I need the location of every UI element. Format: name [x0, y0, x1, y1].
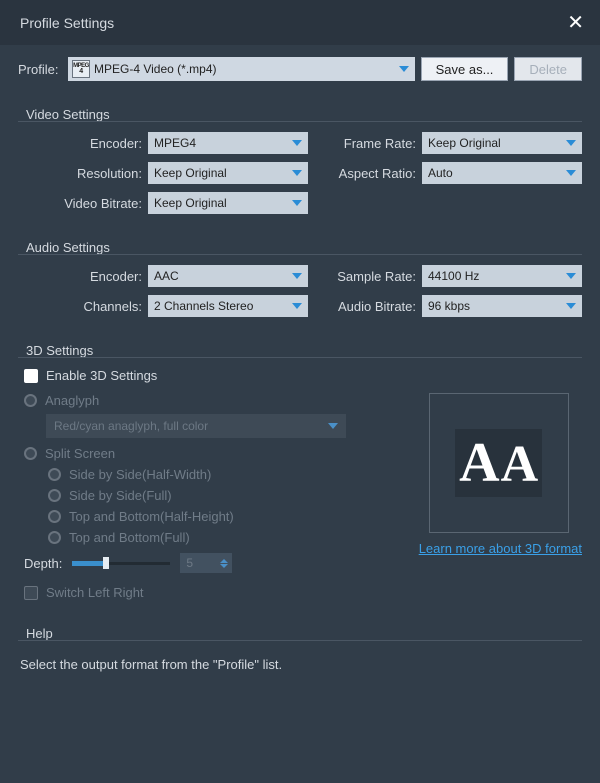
save-as-button[interactable]: Save as...: [421, 57, 509, 81]
audio-encoder-label: Encoder:: [18, 269, 148, 284]
video-bitrate-label: Video Bitrate:: [18, 196, 148, 211]
help-section: Help Select the output format from the "…: [18, 620, 582, 678]
aspect-ratio-label: Aspect Ratio:: [308, 166, 422, 181]
channels-combobox[interactable]: 2 Channels Stereo: [148, 295, 308, 317]
audio-encoder-combobox[interactable]: AAC: [148, 265, 308, 287]
switch-left-right-checkbox: [24, 586, 38, 600]
profile-row: Profile: MPEG4 MPEG-4 Video (*.mp4) Save…: [18, 57, 582, 81]
tab-full-label: Top and Bottom(Full): [69, 530, 190, 545]
anaglyph-radio: [24, 394, 37, 407]
chevron-down-icon: [566, 170, 576, 176]
chevron-down-icon: [292, 170, 302, 176]
chevron-down-icon: [399, 66, 409, 72]
chevron-down-icon: [566, 140, 576, 146]
chevron-up-icon: [220, 559, 228, 563]
delete-button: Delete: [514, 57, 582, 81]
video-encoder-label: Encoder:: [18, 136, 148, 151]
switch-left-right-label: Switch Left Right: [46, 585, 144, 600]
sample-rate-label: Sample Rate:: [308, 269, 422, 284]
frame-rate-label: Frame Rate:: [308, 136, 422, 151]
audio-bitrate-label: Audio Bitrate:: [308, 299, 422, 314]
chevron-down-icon: [292, 200, 302, 206]
three-d-settings-section: 3D Settings Enable 3D Settings Anaglyph …: [18, 337, 582, 600]
video-settings-section: Video Settings Encoder: MPEG4 Frame Rate…: [18, 101, 582, 214]
chevron-down-icon: [220, 564, 228, 568]
depth-stepper: 5: [180, 553, 232, 573]
audio-settings-section: Audio Settings Encoder: AAC Sample Rate:…: [18, 234, 582, 317]
video-encoder-combobox[interactable]: MPEG4: [148, 132, 308, 154]
chevron-down-icon: [566, 303, 576, 309]
chevron-down-icon: [328, 423, 338, 429]
anaglyph-label: Anaglyph: [45, 393, 99, 408]
profile-value: MPEG-4 Video (*.mp4): [94, 62, 217, 76]
anaglyph-combobox: Red/cyan anaglyph, full color: [46, 414, 346, 438]
aspect-ratio-combobox[interactable]: Auto: [422, 162, 582, 184]
three-d-settings-title: 3D Settings: [26, 343, 101, 358]
audio-bitrate-combobox[interactable]: 96 kbps: [422, 295, 582, 317]
enable-3d-checkbox[interactable]: [24, 369, 38, 383]
profile-combobox[interactable]: MPEG4 MPEG-4 Video (*.mp4): [68, 57, 415, 81]
chevron-down-icon: [292, 273, 302, 279]
chevron-down-icon: [292, 303, 302, 309]
three-d-preview: A A: [429, 393, 569, 533]
depth-slider: [72, 559, 170, 567]
sbs-full-radio: [48, 489, 61, 502]
help-title: Help: [26, 626, 61, 641]
sbs-half-radio: [48, 468, 61, 481]
channels-label: Channels:: [18, 299, 148, 314]
learn-more-link[interactable]: Learn more about 3D format: [419, 541, 582, 556]
video-settings-title: Video Settings: [26, 107, 118, 122]
tab-half-radio: [48, 510, 61, 523]
tab-full-radio: [48, 531, 61, 544]
preview-glyph-a: A: [459, 435, 499, 491]
video-bitrate-combobox[interactable]: Keep Original: [148, 192, 308, 214]
audio-settings-title: Audio Settings: [26, 240, 118, 255]
sbs-half-label: Side by Side(Half-Width): [69, 467, 211, 482]
sbs-full-label: Side by Side(Full): [69, 488, 172, 503]
preview-glyph-b: A: [501, 439, 539, 491]
profile-label: Profile:: [18, 62, 62, 77]
tab-half-label: Top and Bottom(Half-Height): [69, 509, 234, 524]
depth-label: Depth:: [24, 556, 62, 571]
titlebar: Profile Settings ✕: [0, 0, 600, 45]
help-text: Select the output format from the "Profi…: [18, 651, 582, 678]
frame-rate-combobox[interactable]: Keep Original: [422, 132, 582, 154]
resolution-label: Resolution:: [18, 166, 148, 181]
close-icon[interactable]: ✕: [567, 10, 584, 35]
split-screen-radio: [24, 447, 37, 460]
enable-3d-label: Enable 3D Settings: [46, 368, 157, 383]
chevron-down-icon: [566, 273, 576, 279]
window-title: Profile Settings: [20, 15, 114, 31]
mpeg4-icon: MPEG4: [72, 60, 90, 78]
resolution-combobox[interactable]: Keep Original: [148, 162, 308, 184]
split-screen-label: Split Screen: [45, 446, 115, 461]
sample-rate-combobox[interactable]: 44100 Hz: [422, 265, 582, 287]
chevron-down-icon: [292, 140, 302, 146]
